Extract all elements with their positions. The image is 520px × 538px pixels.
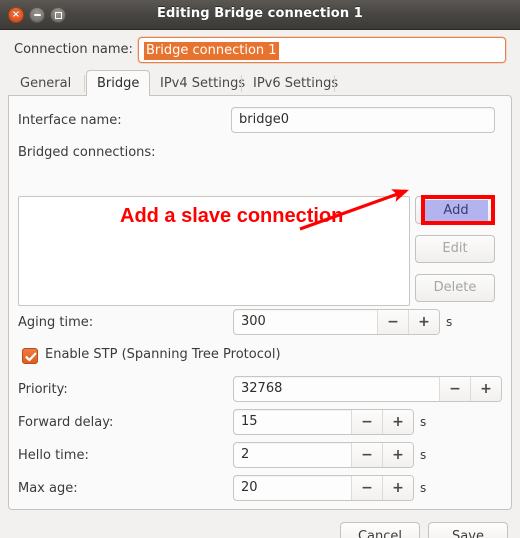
connection-name-input[interactable]: Bridge connection 1	[138, 37, 506, 63]
tab-bar: General Bridge IPv4 Settings IPv6 Settin…	[8, 70, 512, 96]
forward-delay-spinner[interactable]: 15 − +	[233, 409, 414, 435]
hello-time-decrement-icon[interactable]: −	[351, 443, 382, 467]
connection-name-label: Connection name:	[14, 42, 133, 57]
priority-spinner[interactable]: 32768 − +	[233, 376, 502, 402]
aging-time-value[interactable]: 300	[234, 310, 377, 334]
max-age-increment-icon[interactable]: +	[382, 476, 413, 500]
annotation-text: Add a slave connection	[120, 205, 344, 227]
hello-time-spinner[interactable]: 2 − +	[233, 442, 414, 468]
add-button[interactable]: Add	[415, 196, 495, 224]
priority-value[interactable]: 32768	[234, 377, 439, 401]
forward-delay-unit: s	[420, 415, 427, 429]
edit-button[interactable]: Edit	[415, 235, 495, 263]
forward-delay-label: Forward delay:	[18, 415, 114, 430]
tab-ipv4-settings[interactable]: IPv4 Settings	[150, 72, 255, 96]
checkbox-checked-icon[interactable]	[22, 348, 38, 364]
aging-time-spinner[interactable]: 300 − +	[233, 309, 440, 335]
hello-time-label: Hello time:	[18, 448, 89, 463]
tab-ipv6-settings[interactable]: IPv6 Settings	[243, 72, 348, 96]
add-button-label: Add	[424, 200, 488, 221]
tab-separator-3	[241, 75, 242, 92]
hello-time-unit: s	[420, 448, 427, 462]
bridge-tab-panel: Interface name: bridge0 Bridged connecti…	[8, 95, 512, 510]
max-age-unit: s	[420, 481, 427, 495]
delete-button[interactable]: Delete	[415, 274, 495, 302]
tab-separator-4	[334, 75, 335, 92]
forward-delay-increment-icon[interactable]: +	[382, 410, 413, 434]
connection-name-row: Connection name: Bridge connection 1	[0, 36, 520, 66]
aging-time-decrement-icon[interactable]: −	[377, 310, 408, 334]
connection-name-value: Bridge connection 1	[144, 42, 279, 60]
cancel-button[interactable]: Cancel	[340, 522, 420, 538]
priority-label: Priority:	[18, 382, 68, 397]
aging-time-unit: s	[446, 315, 453, 329]
hello-time-value[interactable]: 2	[234, 443, 351, 467]
tab-bridge[interactable]: Bridge	[86, 70, 151, 96]
bridged-connections-label: Bridged connections:	[18, 145, 156, 160]
enable-stp-label: Enable STP (Spanning Tree Protocol)	[45, 347, 281, 362]
forward-delay-value[interactable]: 15	[234, 410, 351, 434]
editing-bridge-connection-dialog: × Editing Bridge connection 1 Connection…	[0, 0, 520, 538]
tab-general[interactable]: General	[10, 72, 81, 96]
tab-separator-1	[84, 75, 85, 92]
max-age-spinner[interactable]: 20 − +	[233, 475, 414, 501]
max-age-label: Max age:	[18, 481, 78, 496]
max-age-decrement-icon[interactable]: −	[351, 476, 382, 500]
window-title: Editing Bridge connection 1	[157, 6, 363, 21]
dialog-body: Connection name: Bridge connection 1 Gen…	[0, 30, 520, 538]
hello-time-increment-icon[interactable]: +	[382, 443, 413, 467]
interface-name-input[interactable]: bridge0	[231, 107, 495, 133]
priority-increment-icon[interactable]: +	[470, 377, 501, 401]
priority-decrement-icon[interactable]: −	[439, 377, 470, 401]
aging-time-label: Aging time:	[18, 315, 94, 330]
max-age-value[interactable]: 20	[234, 476, 351, 500]
aging-time-increment-icon[interactable]: +	[408, 310, 439, 334]
window-titlebar: × Editing Bridge connection 1	[0, 0, 520, 30]
interface-name-label: Interface name:	[18, 113, 122, 128]
forward-delay-decrement-icon[interactable]: −	[351, 410, 382, 434]
save-button[interactable]: Save	[428, 522, 508, 538]
